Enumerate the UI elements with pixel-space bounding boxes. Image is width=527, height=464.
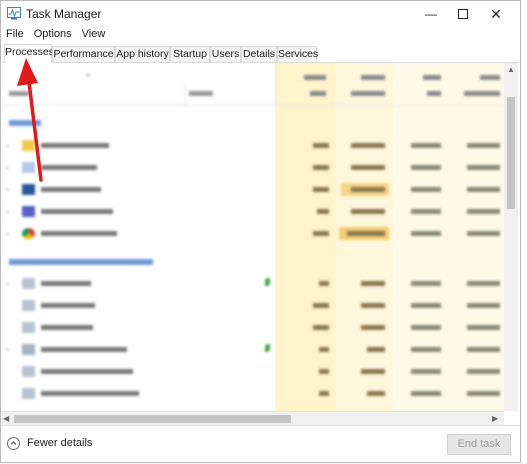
chrome-app-icon: [22, 228, 35, 239]
process-icon: [22, 366, 35, 377]
network-column-header[interactable]: [480, 75, 500, 80]
expand-chevron-icon: ›: [6, 229, 9, 238]
tab-performance[interactable]: Performance: [52, 46, 115, 62]
close-icon: ✕: [490, 5, 502, 22]
table-row[interactable]: ›: [1, 157, 504, 179]
name-column-header[interactable]: [9, 91, 29, 96]
process-name: [41, 303, 95, 308]
tab-services[interactable]: Services: [277, 46, 318, 62]
table-row[interactable]: ›: [1, 201, 504, 223]
menu-view[interactable]: View: [77, 27, 111, 44]
table-row[interactable]: ›: [1, 179, 504, 201]
sort-indicator-icon: ^: [86, 73, 90, 82]
scroll-left-arrow-icon[interactable]: ◀: [3, 414, 9, 423]
process-name: [41, 187, 101, 192]
process-name: [41, 231, 117, 236]
title-bar: Task Manager — ✕: [1, 1, 520, 27]
memory-column-header[interactable]: [361, 75, 385, 80]
footer-bar: Fewer details End task: [1, 425, 520, 462]
horizontal-scrollbar[interactable]: ◀ ▶: [1, 411, 504, 426]
expand-chevron-icon: ›: [6, 163, 9, 172]
file-explorer-icon: [22, 140, 35, 151]
expand-chevron-icon: ›: [6, 345, 9, 354]
process-icon: [22, 322, 35, 333]
process-name: [41, 369, 133, 374]
process-name: [41, 143, 109, 148]
process-name: [41, 281, 91, 286]
maximize-button[interactable]: [447, 1, 479, 27]
menu-bar: File Options View: [1, 27, 520, 44]
minimize-button[interactable]: —: [415, 1, 447, 27]
table-row[interactable]: [1, 295, 504, 317]
expand-chevron-icon: ›: [6, 141, 9, 150]
maximize-icon: [458, 9, 468, 19]
table-row[interactable]: [1, 383, 504, 405]
tab-startup[interactable]: Startup: [170, 46, 210, 62]
process-list[interactable]: ^ › › › › › › ›: [1, 63, 504, 411]
process-icon: [22, 388, 35, 399]
close-button[interactable]: ✕: [480, 1, 512, 27]
minimize-icon: —: [425, 7, 437, 21]
apps-group-header: [9, 120, 41, 126]
tab-details[interactable]: Details: [241, 46, 277, 62]
expand-chevron-icon: ›: [6, 185, 9, 194]
tab-app-history[interactable]: App history: [115, 46, 170, 62]
tab-users[interactable]: Users: [210, 46, 241, 62]
table-row[interactable]: ›: [1, 339, 504, 361]
table-row[interactable]: ›: [1, 223, 504, 245]
word-app-icon: [22, 184, 35, 195]
horizontal-scroll-thumb[interactable]: [14, 415, 291, 423]
process-name: [41, 165, 97, 170]
table-row[interactable]: ›: [1, 273, 504, 295]
table-row[interactable]: [1, 317, 504, 339]
table-row[interactable]: [1, 361, 504, 383]
tab-processes[interactable]: Processes: [4, 44, 54, 63]
process-name: [41, 209, 113, 214]
process-icon: [22, 278, 35, 289]
task-manager-process-icon: [22, 162, 35, 173]
efficiency-leaf-icon: [265, 344, 270, 352]
column-divider: [275, 63, 276, 105]
efficiency-leaf-icon: [265, 278, 270, 286]
scroll-right-arrow-icon[interactable]: ▶: [492, 414, 498, 423]
process-icon: [22, 300, 35, 311]
vertical-scrollbar[interactable]: ▲: [504, 63, 518, 411]
background-processes-group-header: [9, 259, 153, 265]
expand-chevron-icon: ›: [6, 207, 9, 216]
expand-chevron-icon: ›: [6, 279, 9, 288]
column-divider: [185, 83, 186, 105]
menu-options[interactable]: Options: [29, 27, 77, 44]
process-name: [41, 391, 139, 396]
column-header-row: ^: [1, 63, 504, 106]
tab-strip: Processes Performance App history Startu…: [1, 44, 520, 63]
chevron-up-circle-icon: [7, 437, 20, 450]
vertical-scroll-thumb[interactable]: [507, 97, 515, 209]
process-name: [41, 347, 127, 352]
menu-file[interactable]: File: [1, 27, 29, 44]
task-manager-app-icon: [7, 7, 21, 20]
cpu-column-header[interactable]: [304, 75, 326, 80]
process-name: [41, 325, 93, 330]
window-title: Task Manager: [26, 7, 102, 21]
task-manager-window: Task Manager — ✕ File Options View Proce…: [0, 0, 521, 463]
disk-column-header[interactable]: [423, 75, 441, 80]
fewer-details-label: Fewer details: [27, 437, 93, 449]
process-icon: [22, 344, 35, 355]
status-column-header[interactable]: [189, 91, 213, 96]
scroll-up-arrow-icon[interactable]: ▲: [507, 65, 515, 74]
table-row[interactable]: ›: [1, 135, 504, 157]
teams-app-icon: [22, 206, 35, 217]
end-task-button[interactable]: End task: [447, 434, 511, 455]
